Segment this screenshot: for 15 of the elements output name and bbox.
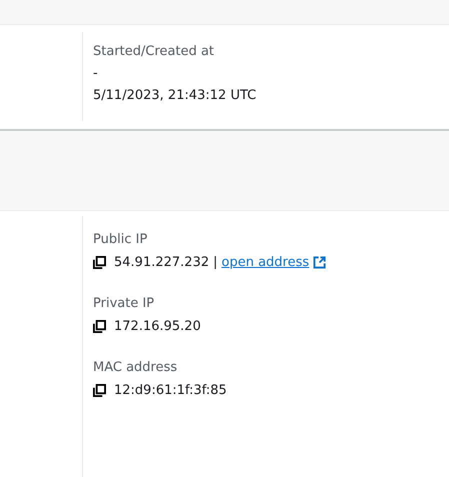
field-value: 54.91.227.232: [114, 254, 210, 271]
external-link-icon: [313, 256, 326, 269]
field-value: 172.16.95.20: [114, 318, 201, 335]
field-value: 12:d9:61:1f:3f:85: [114, 382, 227, 399]
separator: |: [213, 255, 218, 270]
field-label: Public IP: [93, 231, 148, 248]
copy-icon[interactable]: [93, 256, 106, 269]
open-address-link[interactable]: open address: [222, 255, 326, 270]
field-label: Started/Created at: [93, 43, 216, 60]
copy-icon[interactable]: [93, 384, 106, 397]
field-value: 5/11/2023, 21:43:12 UTC: [93, 87, 256, 104]
field-label: Private IP: [93, 295, 156, 312]
field-value: -: [93, 65, 99, 82]
field-label: MAC address: [93, 359, 178, 376]
copy-icon[interactable]: [93, 320, 106, 333]
